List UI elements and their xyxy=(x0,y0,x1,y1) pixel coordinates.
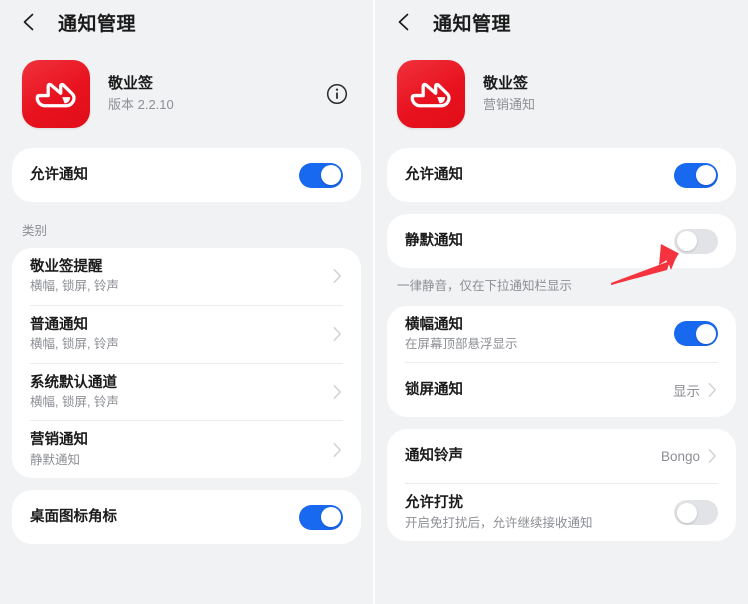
app-name: 敬业签 xyxy=(483,74,529,92)
right-allow-notifications-card: 允许通知 xyxy=(387,148,736,202)
jingyeqian-app-icon xyxy=(397,60,465,128)
toggle-knob xyxy=(695,323,716,344)
dual-screenshot-container: 通知管理 敬业签 版本 2.2.10 允许通知 类别 敬业签提醒 横幅, 锁屏,… xyxy=(0,0,748,604)
silent-notifications-toggle[interactable] xyxy=(674,228,718,254)
row-texts: 营销通知 静默通知 xyxy=(30,421,332,478)
row-title: 允许通知 xyxy=(405,166,463,183)
ringtone-value: Bongo xyxy=(660,448,700,464)
row-title: 营销通知 xyxy=(30,432,88,449)
right-app-identity: 敬业签 营销通知 xyxy=(375,44,748,148)
chevron-right-icon xyxy=(707,447,718,465)
row-lockscreen-notification[interactable]: 锁屏通知 显示 xyxy=(387,363,736,417)
category-list-card: 敬业签提醒 横幅, 锁屏, 铃声 普通通知 横幅, 锁屏, 铃声 系统默认通道 … xyxy=(12,248,361,479)
allow-notifications-toggle[interactable] xyxy=(299,162,343,188)
list-item[interactable]: 系统默认通道 横幅, 锁屏, 铃声 xyxy=(12,364,361,421)
row-subtitle: 横幅, 锁屏, 铃声 xyxy=(30,394,119,409)
banner-lockscreen-card: 横幅通知 在屏幕顶部悬浮显示 锁屏通知 显示 xyxy=(387,305,736,418)
info-circle-icon[interactable] xyxy=(325,82,349,106)
list-item[interactable]: 营销通知 静默通知 xyxy=(12,421,361,478)
row-title: 通知铃声 xyxy=(405,448,463,465)
left-app-meta: 敬业签 版本 2.2.10 xyxy=(108,74,325,114)
chevron-right-icon xyxy=(332,383,343,401)
row-allow-notifications[interactable]: 允许通知 xyxy=(387,148,736,202)
row-texts: 锁屏通知 xyxy=(405,371,673,409)
toggle-knob xyxy=(676,231,697,251)
row-texts: 普通通知 横幅, 锁屏, 铃声 xyxy=(30,306,332,363)
silent-notifications-card: 静默通知 xyxy=(387,214,736,268)
left-screen: 通知管理 敬业签 版本 2.2.10 允许通知 类别 敬业签提醒 横幅, 锁屏,… xyxy=(0,0,373,604)
right-app-meta: 敬业签 营销通知 xyxy=(483,74,730,114)
row-title: 允许打扰 xyxy=(405,495,463,512)
row-title: 普通通知 xyxy=(30,316,88,333)
page-title: 通知管理 xyxy=(433,13,512,35)
desktop-badge-toggle[interactable] xyxy=(299,504,343,530)
row-texts: 横幅通知 在屏幕顶部悬浮显示 xyxy=(405,306,674,363)
row-banner-notification[interactable]: 横幅通知 在屏幕顶部悬浮显示 xyxy=(387,306,736,363)
app-channel: 营销通知 xyxy=(483,97,536,113)
ringtone-interrupt-card: 通知铃声 Bongo 允许打扰 开启免打扰后，允许继续接收通知 xyxy=(387,429,736,542)
row-subtitle: 横幅, 锁屏, 铃声 xyxy=(30,337,119,352)
silent-notifications-note: 一律静音，仅在下拉通知栏显示 xyxy=(397,279,573,293)
row-title: 允许通知 xyxy=(30,166,88,183)
row-texts: 静默通知 xyxy=(405,222,674,260)
row-subtitle: 开启免打扰后，允许继续接收通知 xyxy=(405,515,593,530)
allow-interrupt-toggle[interactable] xyxy=(674,500,718,526)
row-title: 敬业签提醒 xyxy=(30,259,103,275)
row-title: 静默通知 xyxy=(405,232,463,249)
row-texts: 允许打扰 开启免打扰后，允许继续接收通知 xyxy=(405,484,674,541)
chevron-right-icon xyxy=(707,381,718,399)
toggle-knob xyxy=(320,165,341,185)
row-texts: 系统默认通道 横幅, 锁屏, 铃声 xyxy=(30,364,332,421)
row-desktop-badge[interactable]: 桌面图标角标 xyxy=(12,490,361,544)
row-texts: 桌面图标角标 xyxy=(30,498,299,536)
chevron-right-icon xyxy=(332,325,343,343)
row-title: 桌面图标角标 xyxy=(30,509,117,526)
app-version: 版本 2.2.10 xyxy=(108,97,174,113)
right-screen: 通知管理 敬业签 营销通知 允许通知 静默通知 一律静音，仅在下拉通知栏显示 横… xyxy=(375,0,748,604)
row-notification-ringtone[interactable]: 通知铃声 Bongo xyxy=(387,429,736,483)
chevron-right-icon xyxy=(332,267,343,285)
row-subtitle: 在屏幕顶部悬浮显示 xyxy=(405,336,518,351)
jingyeqian-app-icon xyxy=(22,60,90,128)
left-allow-notifications-card: 允许通知 xyxy=(12,148,361,202)
allow-notifications-toggle[interactable] xyxy=(674,162,718,188)
desktop-badge-card: 桌面图标角标 xyxy=(12,490,361,545)
arrow-left-icon[interactable] xyxy=(18,10,42,34)
row-subtitle: 横幅, 锁屏, 铃声 xyxy=(30,279,119,294)
category-section-label: 类别 xyxy=(22,224,48,238)
arrow-left-icon[interactable] xyxy=(393,10,417,34)
left-app-bar: 通知管理 xyxy=(0,0,373,44)
banner-notification-toggle[interactable] xyxy=(674,321,718,347)
row-texts: 允许通知 xyxy=(30,156,299,194)
lockscreen-value: 显示 xyxy=(673,384,700,400)
row-allow-notifications[interactable]: 允许通知 xyxy=(12,148,361,202)
list-item[interactable]: 敬业签提醒 横幅, 锁屏, 铃声 xyxy=(12,248,361,305)
toggle-knob xyxy=(695,165,716,185)
row-silent-notifications[interactable]: 静默通知 xyxy=(387,214,736,268)
page-title: 通知管理 xyxy=(58,13,137,35)
chevron-right-icon xyxy=(332,441,343,459)
left-app-identity: 敬业签 版本 2.2.10 xyxy=(0,44,373,148)
row-title: 系统默认通道 xyxy=(30,374,117,391)
toggle-knob xyxy=(676,502,697,523)
row-title: 锁屏通知 xyxy=(405,382,463,399)
row-texts: 允许通知 xyxy=(405,156,674,194)
row-allow-interrupt[interactable]: 允许打扰 开启免打扰后，允许继续接收通知 xyxy=(387,484,736,541)
row-texts: 通知铃声 xyxy=(405,437,661,475)
row-texts: 敬业签提醒 横幅, 锁屏, 铃声 xyxy=(30,248,332,305)
row-subtitle: 静默通知 xyxy=(30,452,81,467)
list-item[interactable]: 普通通知 横幅, 锁屏, 铃声 xyxy=(12,306,361,363)
row-title: 横幅通知 xyxy=(405,316,463,333)
app-name: 敬业签 xyxy=(108,74,154,92)
toggle-knob xyxy=(320,507,341,528)
right-app-bar: 通知管理 xyxy=(375,0,748,44)
